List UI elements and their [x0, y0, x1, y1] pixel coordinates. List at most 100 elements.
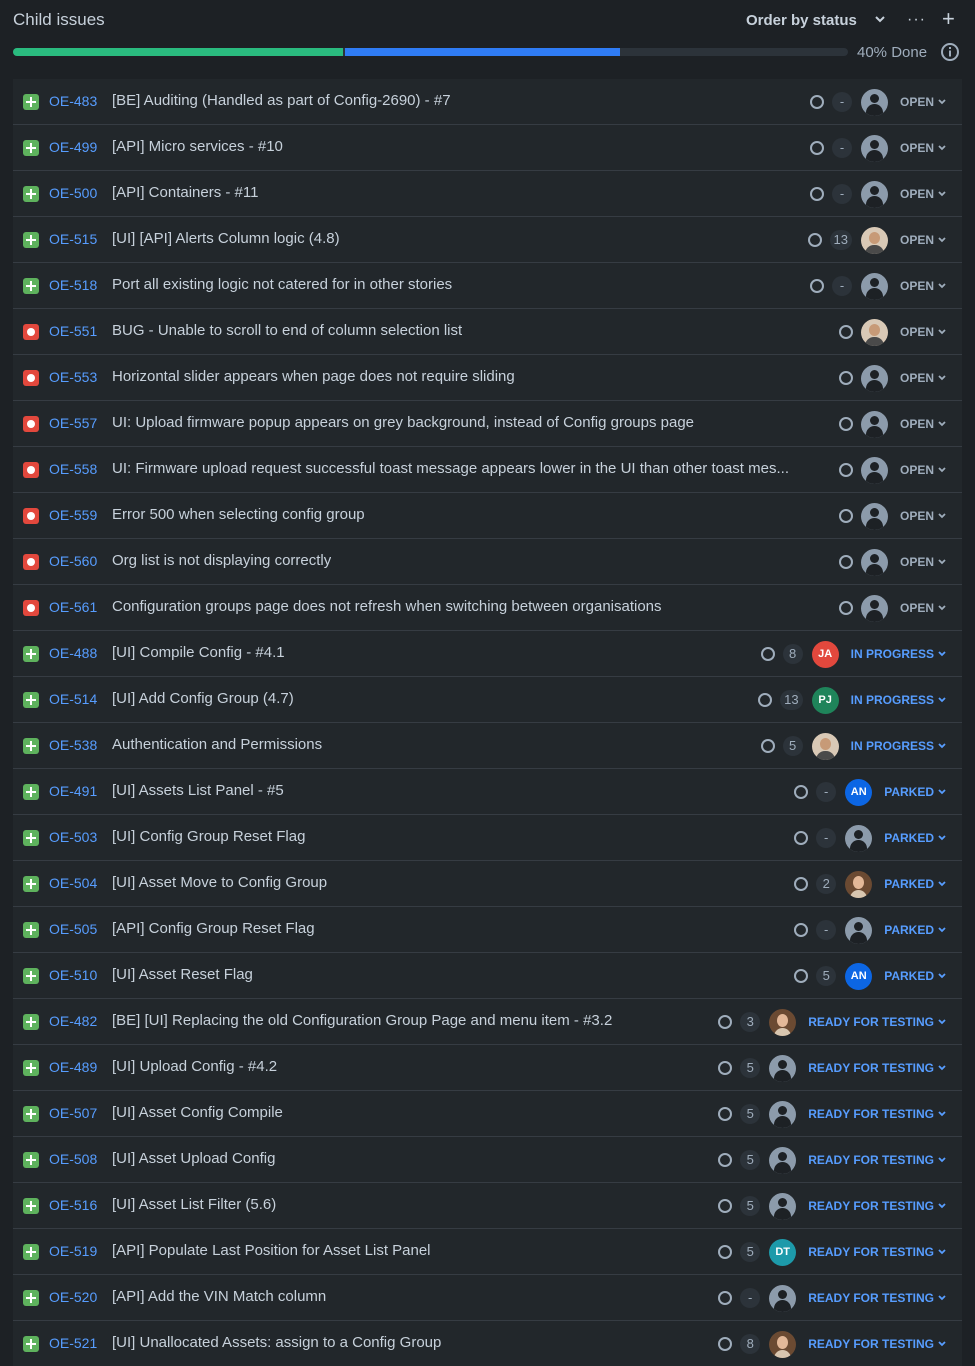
issue-summary[interactable]: Org list is not displaying correctly [112, 552, 331, 569]
assignee-avatar[interactable] [769, 1284, 797, 1312]
issue-row[interactable]: OE-553 Horizontal slider appears when pag… [13, 355, 962, 401]
issue-summary[interactable]: [API] Containers - #11 [112, 184, 258, 201]
status-dropdown[interactable]: READY FOR TESTING [804, 1104, 950, 1124]
issue-row[interactable]: OE-510 [UI] Asset Reset Flag 5 AN PARKED [13, 953, 962, 999]
assignee-avatar[interactable] [860, 502, 888, 530]
assignee-avatar[interactable] [860, 456, 888, 484]
add-child-issue-icon[interactable]: + [942, 8, 955, 30]
assignee-avatar[interactable] [769, 1330, 797, 1358]
issue-summary[interactable]: [UI] [API] Alerts Column logic (4.8) [112, 230, 340, 247]
issue-summary[interactable]: BUG - Unable to scroll to end of column … [112, 322, 462, 339]
issue-key-link[interactable]: OE-551 [49, 323, 97, 339]
status-dropdown[interactable]: IN PROGRESS [847, 736, 950, 756]
issue-summary[interactable]: [BE] Auditing (Handled as part of Config… [112, 92, 451, 109]
assignee-avatar[interactable]: DT [769, 1238, 797, 1266]
issue-key-link[interactable]: OE-521 [49, 1335, 97, 1351]
issue-row[interactable]: OE-482 [BE] [UI] Replacing the old Config… [13, 999, 962, 1045]
status-dropdown[interactable]: OPEN [896, 414, 950, 434]
issue-row[interactable]: OE-491 [UI] Assets List Panel - #5 - AN PARK… [13, 769, 962, 815]
assignee-avatar[interactable] [860, 594, 888, 622]
assignee-avatar[interactable] [845, 824, 873, 852]
issue-key-link[interactable]: OE-558 [49, 461, 97, 477]
issue-key-link[interactable]: OE-519 [49, 1243, 97, 1259]
assignee-avatar[interactable] [860, 88, 888, 116]
issue-key-link[interactable]: OE-499 [49, 139, 97, 155]
issue-key-link[interactable]: OE-561 [49, 599, 97, 615]
issue-row[interactable]: OE-504 [UI] Asset Move to Config Group 2 PA… [13, 861, 962, 907]
status-dropdown[interactable]: OPEN [896, 506, 950, 526]
status-dropdown[interactable]: PARKED [880, 966, 950, 986]
assignee-avatar[interactable] [860, 272, 888, 300]
status-dropdown[interactable]: OPEN [896, 138, 950, 158]
issue-summary[interactable]: [UI] Upload Config - #4.2 [112, 1058, 277, 1075]
issue-summary[interactable]: [API] Add the VIN Match column [112, 1288, 326, 1305]
assignee-avatar[interactable]: AN [845, 778, 873, 806]
issue-key-link[interactable]: OE-514 [49, 691, 97, 707]
issue-key-link[interactable]: OE-560 [49, 553, 97, 569]
issue-summary[interactable]: [API] Config Group Reset Flag [112, 920, 315, 937]
issue-row[interactable]: OE-518 Port all existing logic not catere… [13, 263, 962, 309]
order-by-button[interactable]: Order by status [746, 12, 857, 29]
assignee-avatar[interactable] [860, 548, 888, 576]
status-dropdown[interactable]: OPEN [896, 552, 950, 572]
assignee-avatar[interactable] [769, 1100, 797, 1128]
issue-row[interactable]: OE-489 [UI] Upload Config - #4.2 5 READY FO… [13, 1045, 962, 1091]
assignee-avatar[interactable] [860, 318, 888, 346]
issue-row[interactable]: OE-505 [API] Config Group Reset Flag - PARK… [13, 907, 962, 953]
issue-row[interactable]: OE-521 [UI] Unallocated Assets: assign to… [13, 1321, 962, 1366]
issue-summary[interactable]: [UI] Unallocated Assets: assign to a Con… [112, 1334, 441, 1351]
assignee-avatar[interactable] [769, 1146, 797, 1174]
status-dropdown[interactable]: OPEN [896, 368, 950, 388]
issue-row[interactable]: OE-520 [API] Add the VIN Match column - REA… [13, 1275, 962, 1321]
issue-key-link[interactable]: OE-500 [49, 185, 97, 201]
assignee-avatar[interactable] [860, 226, 888, 254]
status-dropdown[interactable]: READY FOR TESTING [804, 1058, 950, 1078]
status-dropdown[interactable]: OPEN [896, 598, 950, 618]
status-dropdown[interactable]: READY FOR TESTING [804, 1288, 950, 1308]
issue-summary[interactable]: [UI] Add Config Group (4.7) [112, 690, 294, 707]
issue-summary[interactable]: [UI] Config Group Reset Flag [112, 828, 305, 845]
issue-summary[interactable]: [BE] [UI] Replacing the old Configuratio… [112, 1012, 612, 1029]
assignee-avatar[interactable] [769, 1192, 797, 1220]
more-actions-icon[interactable]: ··· [907, 11, 926, 29]
info-icon[interactable] [940, 42, 960, 62]
issue-row[interactable]: OE-559 Error 500 when selecting config gr… [13, 493, 962, 539]
issue-summary[interactable]: Configuration groups page does not refre… [112, 598, 662, 615]
issue-key-link[interactable]: OE-557 [49, 415, 97, 431]
issue-row[interactable]: OE-499 [API] Micro services - #10 - OPEN [13, 125, 962, 171]
status-dropdown[interactable]: READY FOR TESTING [804, 1334, 950, 1354]
status-dropdown[interactable]: READY FOR TESTING [804, 1150, 950, 1170]
assignee-avatar[interactable] [769, 1008, 797, 1036]
assignee-avatar[interactable] [845, 870, 873, 898]
issue-key-link[interactable]: OE-515 [49, 231, 97, 247]
assignee-avatar[interactable] [845, 916, 873, 944]
status-dropdown[interactable]: READY FOR TESTING [804, 1242, 950, 1262]
issue-row[interactable]: OE-515 [UI] [API] Alerts Column logic (4.… [13, 217, 962, 263]
issue-key-link[interactable]: OE-489 [49, 1059, 97, 1075]
status-dropdown[interactable]: OPEN [896, 184, 950, 204]
issue-key-link[interactable]: OE-516 [49, 1197, 97, 1213]
issue-summary[interactable]: [UI] Asset Reset Flag [112, 966, 253, 983]
assignee-avatar[interactable]: AN [845, 962, 873, 990]
issue-key-link[interactable]: OE-491 [49, 783, 97, 799]
status-dropdown[interactable]: OPEN [896, 460, 950, 480]
issue-summary[interactable]: UI: Firmware upload request successful t… [112, 460, 789, 477]
issue-key-link[interactable]: OE-505 [49, 921, 97, 937]
issue-key-link[interactable]: OE-538 [49, 737, 97, 753]
issue-row[interactable]: OE-508 [UI] Asset Upload Config 5 READY FOR… [13, 1137, 962, 1183]
issue-key-link[interactable]: OE-520 [49, 1289, 97, 1305]
issue-row[interactable]: OE-558 UI: Firmware upload request succes… [13, 447, 962, 493]
status-dropdown[interactable]: READY FOR TESTING [804, 1012, 950, 1032]
issue-row[interactable]: OE-503 [UI] Config Group Reset Flag - PARKE… [13, 815, 962, 861]
issue-key-link[interactable]: OE-488 [49, 645, 97, 661]
status-dropdown[interactable]: OPEN [896, 230, 950, 250]
issue-row[interactable]: OE-516 [UI] Asset List Filter (5.6) 5 READY… [13, 1183, 962, 1229]
issue-summary[interactable]: UI: Upload firmware popup appears on gre… [112, 414, 694, 431]
issue-summary[interactable]: [API] Populate Last Position for Asset L… [112, 1242, 431, 1259]
issue-row[interactable]: OE-514 [UI] Add Config Group (4.7) 13 PJ IN … [13, 677, 962, 723]
assignee-avatar[interactable]: PJ [811, 686, 839, 714]
issue-row[interactable]: OE-557 UI: Upload firmware popup appears … [13, 401, 962, 447]
issue-row[interactable]: OE-483 [BE] Auditing (Handled as part of … [13, 79, 962, 125]
issue-key-link[interactable]: OE-504 [49, 875, 97, 891]
issue-row[interactable]: OE-507 [UI] Asset Config Compile 5 READY FO… [13, 1091, 962, 1137]
